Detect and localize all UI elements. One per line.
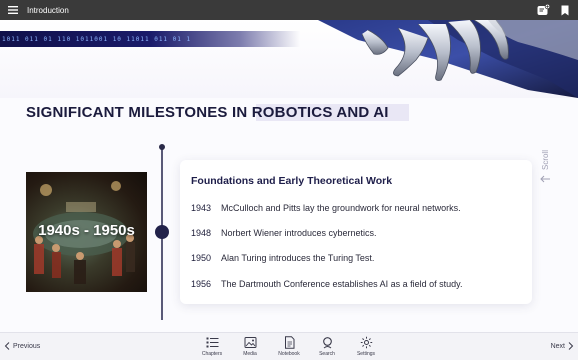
hamburger-menu-icon[interactable] <box>3 0 23 20</box>
arrow-left-icon <box>540 175 550 183</box>
notebook-icon <box>284 336 294 349</box>
milestone-year: 1950 <box>191 253 212 263</box>
milestone-row: 1943 McCulloch and Pitts lay the groundw… <box>191 203 461 213</box>
topbar-title: Introduction <box>27 5 69 15</box>
media-button[interactable]: Media <box>232 336 268 357</box>
robot-hand-image <box>318 20 578 98</box>
scroll-hint: Scroll <box>536 150 554 196</box>
chapters-button[interactable]: Chapters <box>194 336 230 357</box>
image-icon <box>244 337 256 348</box>
milestone-text: The Dartmouth Conference establishes AI … <box>221 279 463 289</box>
previous-label: Previous <box>13 342 41 350</box>
milestone-row: 1956 The Dartmouth Conference establishe… <box>191 279 462 289</box>
milestone-row: 1948 Norbert Wiener introduces cyberneti… <box>191 228 377 238</box>
milestone-year: 1943 <box>191 203 212 213</box>
gear-icon <box>360 336 372 349</box>
milestone-text: McCulloch and Pitts lay the groundwork f… <box>221 203 461 213</box>
chevron-right-icon <box>568 342 574 350</box>
timeline-start-dot <box>159 144 165 150</box>
search-icon <box>322 337 332 349</box>
hero-banner: 1011 011 01 110 1011001 10 11011 011 01 … <box>0 20 578 98</box>
previous-button[interactable]: Previous <box>4 342 40 350</box>
notebook-label: Notebook <box>278 351 300 357</box>
title-wrapper: SIGNIFICANT MILESTONES IN ROBOTICS AND A… <box>26 104 409 122</box>
era-image: 1940s - 1950s <box>26 172 147 292</box>
next-label: Next <box>550 342 565 350</box>
chevron-left-icon <box>4 342 10 350</box>
list-icon <box>206 337 218 348</box>
binary-code-text: 1011 011 01 110 1011001 10 11011 011 01 … <box>2 35 192 43</box>
scroll-hint-label: Scroll <box>540 150 550 171</box>
search-label: Search <box>319 351 335 357</box>
settings-button[interactable]: Settings <box>348 336 384 357</box>
top-bar: Introduction <box>0 0 578 20</box>
binary-code-strip: 1011 011 01 110 1011001 10 11011 011 01 … <box>0 31 300 47</box>
search-button[interactable]: Search <box>309 336 345 357</box>
milestones-card: Foundations and Early Theoretical Work 1… <box>180 160 532 304</box>
bookmark-icon[interactable] <box>557 2 573 18</box>
milestone-year: 1948 <box>191 228 212 238</box>
page-title: SIGNIFICANT MILESTONES IN ROBOTICS AND A… <box>26 104 409 121</box>
notebook-button[interactable]: Notebook <box>271 336 307 357</box>
timeline-node[interactable] <box>155 225 169 239</box>
card-title: Foundations and Early Theoretical Work <box>191 175 393 187</box>
era-label: 1940s - 1950s <box>38 222 135 239</box>
milestone-row: 1950 Alan Turing introduces the Turing T… <box>191 253 374 263</box>
milestone-year: 1956 <box>191 279 212 289</box>
milestone-text: Norbert Wiener introduces cybernetics. <box>221 228 377 238</box>
chapters-label: Chapters <box>201 351 223 357</box>
settings-label: Settings <box>356 351 376 357</box>
add-note-icon[interactable] <box>535 2 551 18</box>
milestone-text: Alan Turing introduces the Turing Test. <box>221 253 375 263</box>
next-button[interactable]: Next <box>551 342 574 350</box>
media-label: Media <box>243 351 257 357</box>
bottom-toolbar: Previous Chapters Media Notebook Search … <box>0 332 578 360</box>
